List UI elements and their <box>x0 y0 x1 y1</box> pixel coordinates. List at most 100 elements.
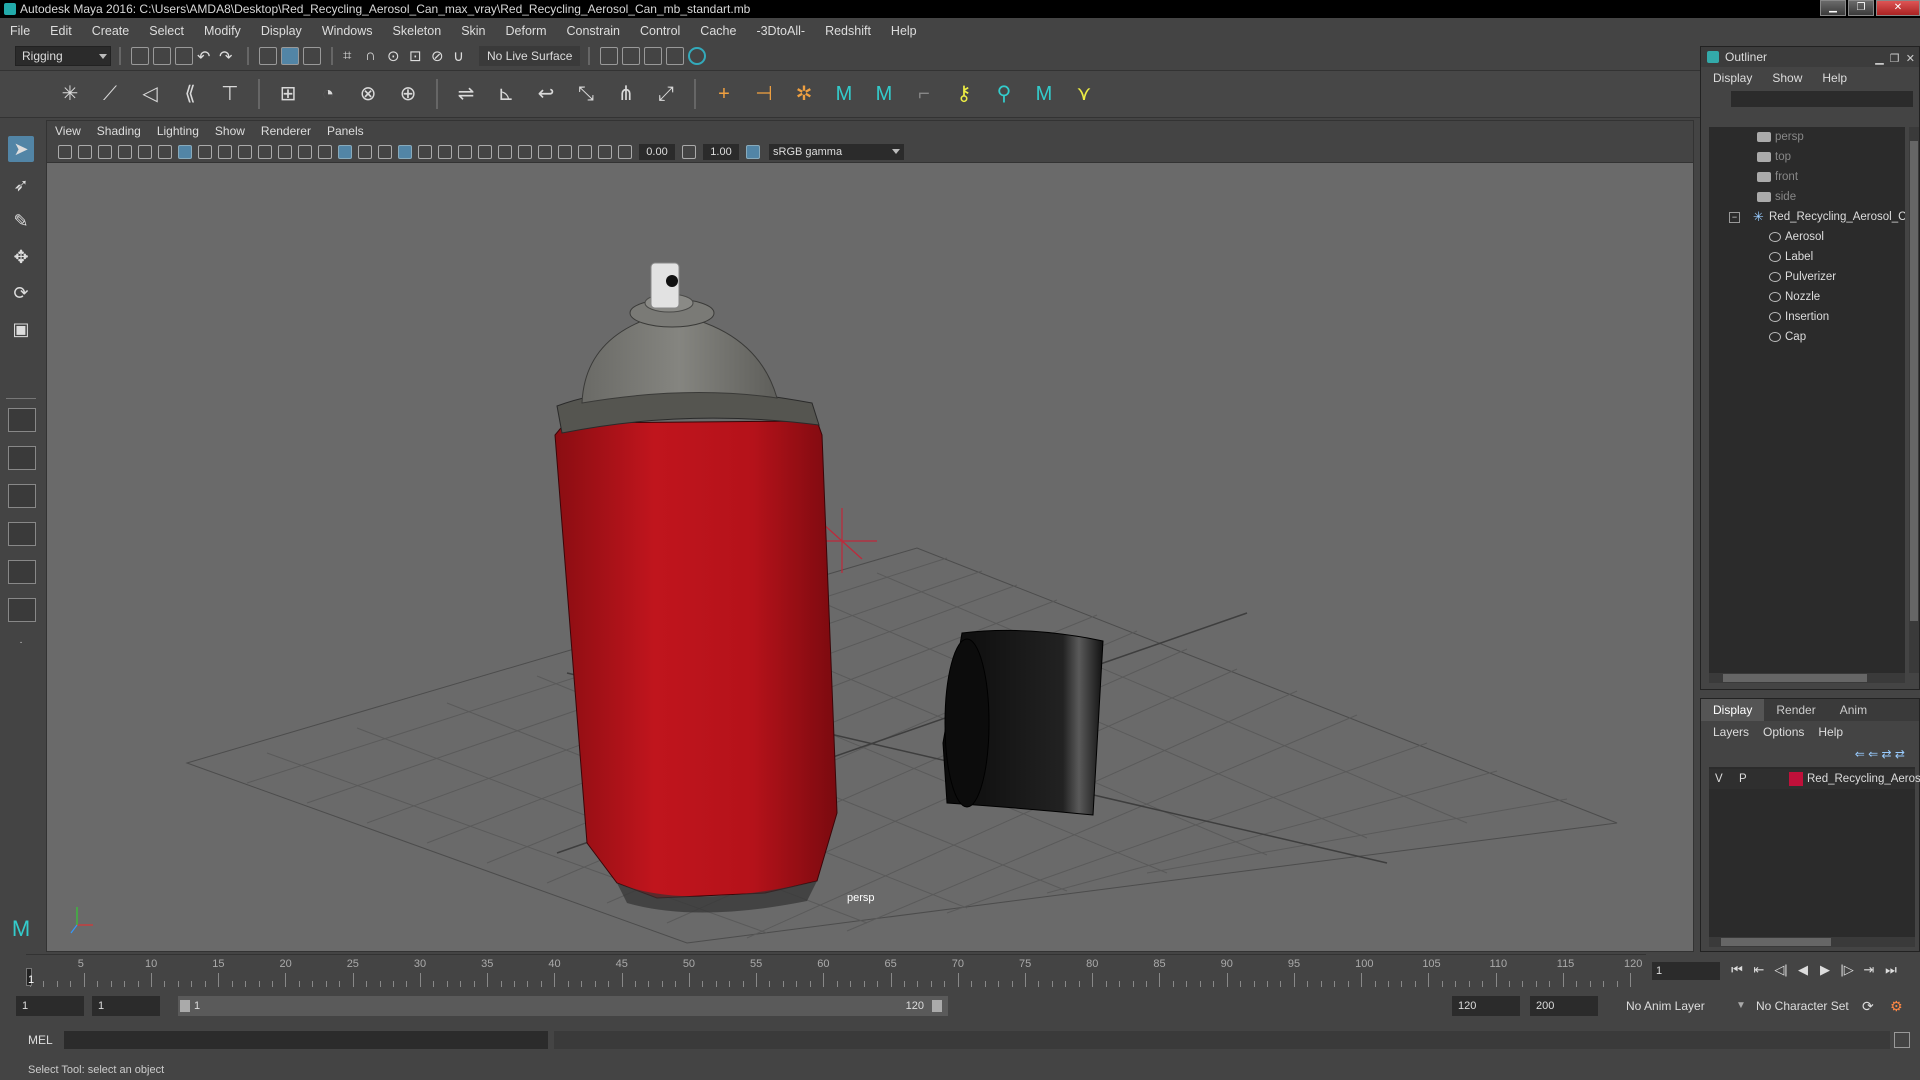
range-end-handle[interactable] <box>932 1000 942 1012</box>
layer-tab-anim[interactable]: Anim <box>1828 699 1879 721</box>
anti-aliasing-icon[interactable] <box>498 144 512 159</box>
outliner-menu-show[interactable]: Show <box>1772 71 1802 85</box>
viewport-menu-show[interactable]: Show <box>215 124 245 138</box>
nurbs-curve-icon[interactable]: ⊣ <box>752 82 776 106</box>
layer-tab-render[interactable]: Render <box>1764 699 1827 721</box>
scroll-thumb[interactable] <box>1721 938 1831 946</box>
outliner-menu-display[interactable]: Display <box>1713 71 1752 85</box>
rotate-tool-icon[interactable]: ⟳ <box>8 280 34 306</box>
viewport-menu-shading[interactable]: Shading <box>97 124 141 138</box>
script-language-toggle[interactable]: MEL <box>28 1031 53 1049</box>
persp-graph-layout-icon[interactable] <box>8 522 36 546</box>
outliner-item-persp[interactable]: persp <box>1709 127 1905 147</box>
exposure-icon[interactable] <box>618 144 632 159</box>
layer-tab-display[interactable]: Display <box>1701 699 1765 721</box>
play-backwards-icon[interactable]: ◀ <box>1792 962 1814 978</box>
chevron-down-icon[interactable]: ▼ <box>1736 996 1746 1016</box>
viewport-menu-panels[interactable]: Panels <box>327 124 364 138</box>
parent-constraint-icon[interactable]: ⇌ <box>454 82 478 106</box>
wire-deformer-icon[interactable]: ⋎ <box>1072 82 1096 106</box>
ipr-render-icon[interactable] <box>644 47 663 65</box>
lattice-icon[interactable]: ⊗ <box>356 82 380 106</box>
menu-edit[interactable]: Edit <box>50 24 72 38</box>
aim-constraint-icon[interactable]: ⋔ <box>614 82 638 106</box>
timeline-track[interactable]: 5 10 15 20 25 30 35 40 45 50 55 60 65 70 75 80 85 90 95 100… <box>26 954 1646 988</box>
current-frame-field[interactable]: 1 <box>1652 962 1720 980</box>
blend-shape-icon[interactable]: ⚲ <box>992 82 1016 106</box>
depth-of-field-icon[interactable] <box>518 144 532 159</box>
restore-button[interactable]: ❐ <box>1848 0 1874 16</box>
viewport-menu-view[interactable]: View <box>55 124 81 138</box>
snap-grid-icon[interactable]: ⌗ <box>343 47 361 65</box>
gamma-field[interactable]: 1.00 <box>703 143 739 160</box>
paint-select-icon[interactable]: ✎ <box>8 208 34 234</box>
render-view-icon[interactable] <box>600 47 619 65</box>
motion-blur-icon[interactable] <box>478 144 492 159</box>
outliner-window-controls[interactable]: ▁ ❐ ✕ <box>1875 49 1915 69</box>
layer-visibility-toggle[interactable]: V <box>1715 769 1723 789</box>
menu-redshift[interactable]: Redshift <box>825 24 871 38</box>
layer-hscrollbar[interactable] <box>1709 937 1915 947</box>
layer-color-swatch[interactable] <box>1789 772 1803 786</box>
open-scene-icon[interactable] <box>153 47 171 65</box>
menu-help[interactable]: Help <box>891 24 917 38</box>
image-plane-icon[interactable] <box>118 144 132 159</box>
menuset-dropdown[interactable]: Rigging <box>15 46 111 66</box>
xray-active-icon[interactable] <box>578 144 592 159</box>
insert-joint-icon[interactable]: ⟪ <box>178 82 202 106</box>
menu-display[interactable]: Display <box>261 24 302 38</box>
scroll-thumb[interactable] <box>1910 141 1918 621</box>
scale-constraint-icon[interactable]: ⤡ <box>574 82 598 106</box>
layer-row[interactable]: V P Red_Recycling_Aeroso <box>1709 769 1920 789</box>
select-by-object-icon[interactable] <box>281 47 299 65</box>
set-driven-key-icon[interactable]: ⚷ <box>952 82 976 106</box>
outliner-item-side[interactable]: side <box>1709 187 1905 207</box>
outliner-menu-help[interactable]: Help <box>1822 71 1847 85</box>
layer-playback-toggle[interactable]: P <box>1739 769 1747 789</box>
outliner-item-group[interactable]: − ✳ Red_Recycling_Aerosol_Car <box>1709 207 1905 227</box>
ik-spline-icon[interactable]: ◁ <box>138 82 162 106</box>
xray-joints-icon[interactable] <box>598 144 612 159</box>
play-forwards-icon[interactable]: ▶ <box>1814 962 1836 978</box>
viewport-menu-lighting[interactable]: Lighting <box>157 124 199 138</box>
character-set-dropdown[interactable]: No Character Set <box>1756 996 1849 1016</box>
animation-end-field[interactable]: 200 <box>1530 996 1598 1016</box>
camera-attributes-icon[interactable] <box>78 144 92 159</box>
new-scene-icon[interactable] <box>131 47 149 65</box>
xray-icon[interactable] <box>558 144 572 159</box>
scale-tool-icon[interactable]: ▣ <box>8 316 34 342</box>
script-editor-icon[interactable] <box>1894 1032 1910 1048</box>
pole-vector-icon[interactable]: ⤢ <box>654 82 678 106</box>
cluster-icon[interactable]: ⊕ <box>396 82 420 106</box>
scene-canvas[interactable] <box>47 163 1693 951</box>
textured-icon[interactable] <box>398 144 412 159</box>
range-start-handle[interactable] <box>180 1000 190 1012</box>
minimize-button[interactable]: ▁ <box>1820 0 1846 16</box>
field-chart-icon[interactable] <box>258 144 272 159</box>
menu-file[interactable]: File <box>10 24 30 38</box>
outliner-item-pulverizer[interactable]: Pulverizer <box>1709 267 1905 287</box>
go-to-end-icon[interactable]: ⏭ <box>1880 962 1902 978</box>
outliner-item-top[interactable]: top <box>1709 147 1905 167</box>
snap-curve-icon[interactable]: ∩ <box>365 47 383 65</box>
menu-skin[interactable]: Skin <box>461 24 485 38</box>
joint-tool-icon[interactable]: ✳ <box>58 82 82 106</box>
single-perspective-layout-icon[interactable] <box>8 408 36 432</box>
orient-constraint-icon[interactable]: ↩ <box>534 82 558 106</box>
step-back-frame-icon[interactable]: ◁| <box>1770 962 1792 978</box>
bookmark-icon[interactable] <box>98 144 112 159</box>
four-view-layout-icon[interactable] <box>8 446 36 470</box>
playback-start-field[interactable]: 1 <box>92 996 160 1016</box>
redo-icon[interactable]: ↷ <box>219 47 237 66</box>
point-constraint-icon[interactable]: ⊾ <box>494 82 518 106</box>
snap-live-icon[interactable]: ⊘ <box>431 47 449 65</box>
cv-curve-icon[interactable]: ✲ <box>792 82 816 106</box>
resolution-gate-icon[interactable] <box>218 144 232 159</box>
gamma-icon[interactable] <box>682 144 696 159</box>
persp-uv-layout-icon[interactable] <box>8 598 36 622</box>
close-button[interactable]: ✕ <box>1876 0 1920 16</box>
render-settings-icon[interactable] <box>666 47 685 65</box>
ik-handle-icon[interactable]: ⟋ <box>98 82 122 106</box>
step-forward-frame-icon[interactable]: |▷ <box>1836 962 1858 978</box>
use-all-lights-icon[interactable] <box>418 144 432 159</box>
